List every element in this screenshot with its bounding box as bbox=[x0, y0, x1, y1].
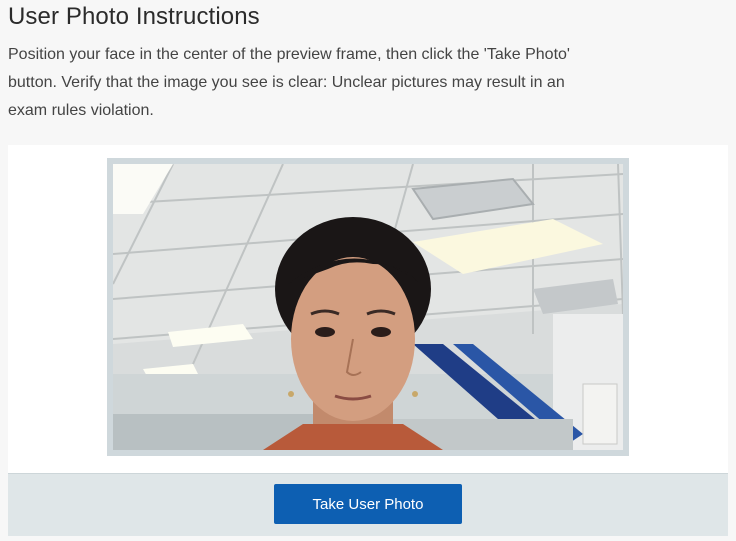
take-photo-button[interactable]: Take User Photo bbox=[274, 484, 462, 524]
action-bar: Take User Photo bbox=[8, 473, 728, 536]
camera-preview bbox=[113, 164, 623, 450]
preview-frame bbox=[107, 158, 629, 456]
webcam-image bbox=[113, 164, 623, 450]
instructions-text: Position your face in the center of the … bbox=[8, 46, 570, 119]
photo-panel: Take User Photo bbox=[8, 145, 728, 536]
page-title: User Photo Instructions bbox=[8, 3, 260, 30]
